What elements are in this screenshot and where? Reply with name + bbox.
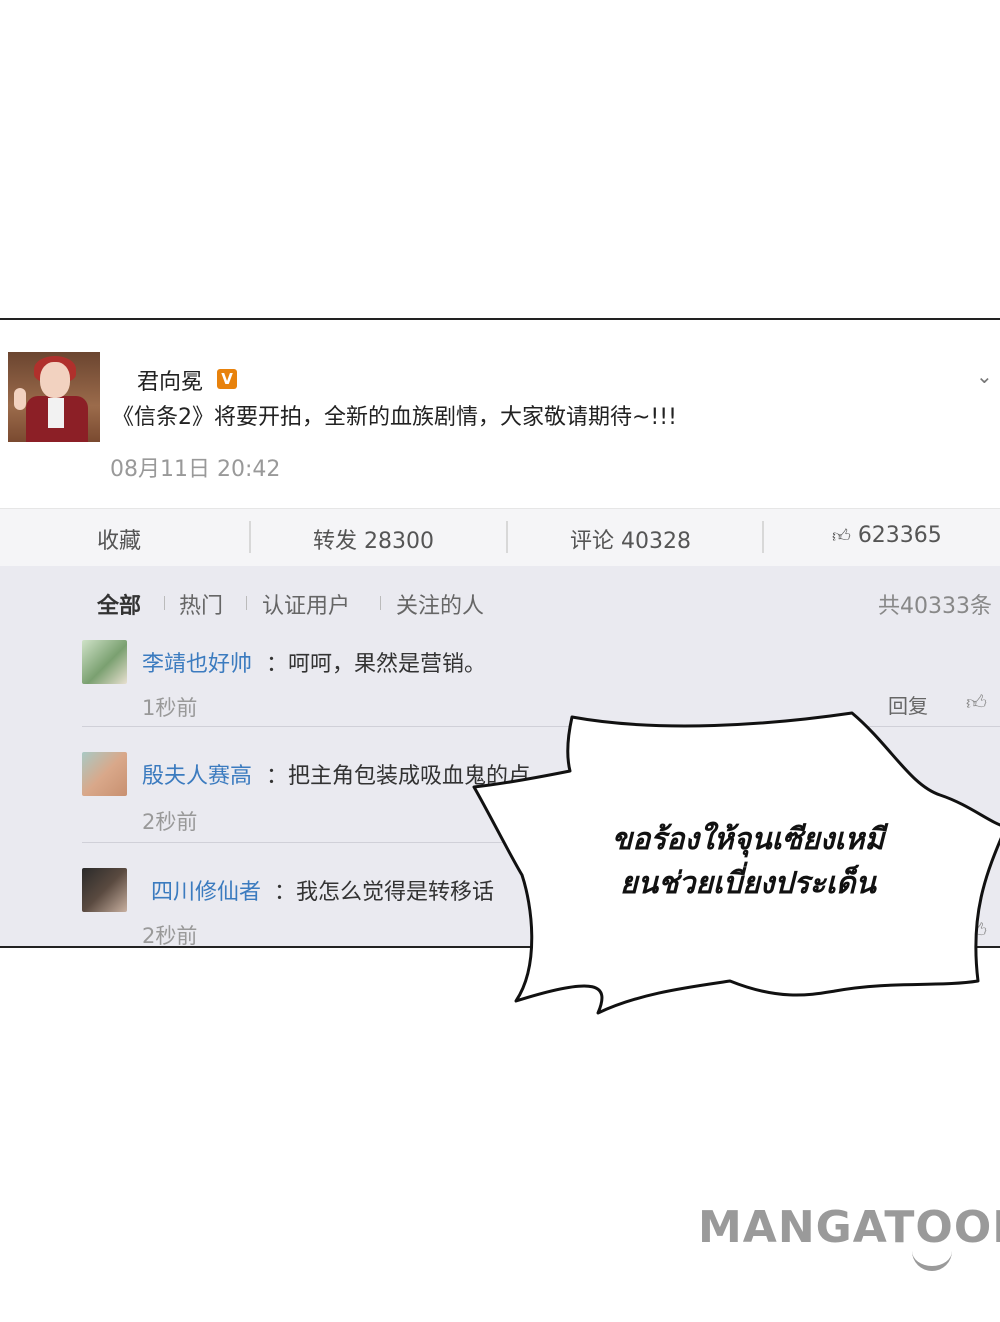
speech-bubble-text: ขอร้องให้จุนเซียงเหมี ยนช่วยเบี่ยงประเด็… <box>598 818 898 906</box>
favorite-button[interactable]: 收藏 <box>97 523 141 555</box>
speech-line-1: ขอร้องให้จุนเซียงเหมี <box>611 822 885 857</box>
weibo-post: 君向冕 V ⌄ 《信条2》将要开拍，全新的血族剧情，大家敬请期待~!!! 08月… <box>0 320 1000 508</box>
like-button[interactable]: 👍︎ 623365 <box>832 523 942 548</box>
comment-text: ：我怎么觉得是转移话 <box>274 880 495 905</box>
post-timestamp: 08月11日 20:42 <box>110 457 281 482</box>
logo-smile-icon <box>912 1248 952 1271</box>
comment-button[interactable]: 评论 40328 <box>570 523 691 555</box>
divider <box>164 596 165 610</box>
filter-tab-hot[interactable]: 热门 <box>179 588 223 620</box>
divider <box>249 521 251 553</box>
divider <box>762 521 764 553</box>
speech-line-2: ยนช่วยเบี่ยงประเด็น <box>620 866 876 901</box>
chevron-down-icon[interactable]: ⌄ <box>976 364 993 388</box>
comment-time: 2秒前 <box>142 810 198 834</box>
comment-total-count: 共40333条 <box>878 594 992 619</box>
comment-text: ：呵呵，果然是营销。 <box>266 652 487 677</box>
post-action-bar: 收藏 转发 28300 评论 40328 👍︎ 623365 <box>0 508 1000 568</box>
commenter-avatar[interactable] <box>82 640 127 684</box>
verified-badge-icon: V <box>217 369 237 389</box>
mangatoon-watermark: MANGATOON <box>698 1202 1000 1253</box>
filter-tab-verified[interactable]: 认证用户 <box>262 588 350 620</box>
author-name[interactable]: 君向冕 <box>137 364 203 396</box>
post-text: 《信条2》将要开拍，全新的血族剧情，大家敬请期待~!!! <box>112 405 677 430</box>
filter-tab-following[interactable]: 关注的人 <box>396 588 484 620</box>
author-avatar[interactable] <box>8 352 100 442</box>
repost-button[interactable]: 转发 28300 <box>313 523 434 555</box>
commenter-name[interactable]: 殷夫人赛高 <box>142 758 252 790</box>
commenter-name[interactable]: 李靖也好帅 <box>142 646 252 678</box>
thumbs-up-icon: 👍︎ <box>832 526 851 547</box>
comment-time: 1秒前 <box>142 696 198 720</box>
commenter-avatar[interactable] <box>82 752 127 796</box>
commenter-name[interactable]: 四川修仙者 <box>151 874 261 906</box>
commenter-avatar[interactable] <box>82 868 127 912</box>
filter-tab-all[interactable]: 全部 <box>97 588 141 620</box>
divider <box>506 521 508 553</box>
comment-time: 2秒前 <box>142 924 198 948</box>
divider <box>380 596 381 610</box>
like-count: 623365 <box>857 523 942 548</box>
divider <box>246 596 247 610</box>
